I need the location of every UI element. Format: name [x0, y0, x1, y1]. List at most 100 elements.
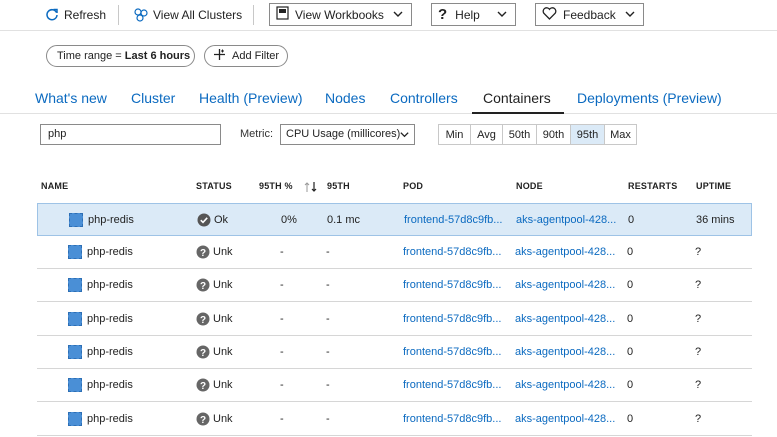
workbook-icon	[276, 6, 289, 23]
pod-link[interactable]: frontend-57d8c9fb...	[404, 214, 502, 226]
feedback-dropdown[interactable]: Feedback	[535, 3, 644, 26]
percentile-50th-button[interactable]: 50th	[503, 125, 537, 144]
node-link[interactable]: aks-agentpool-428...	[515, 246, 615, 258]
restarts-value: 0	[627, 346, 634, 358]
node-link[interactable]: aks-agentpool-428...	[515, 346, 615, 358]
percentile-95th-button[interactable]: 95th	[571, 125, 605, 144]
pod-link[interactable]: frontend-57d8c9fb...	[403, 246, 501, 258]
column-header-status[interactable]: STATUS	[196, 181, 232, 191]
table-row[interactable]: php-redis? Unk - - frontend-57d8c9fb... aks-a…	[37, 403, 752, 436]
tab-controllers[interactable]: Controllers	[390, 90, 458, 106]
percent-value: -	[280, 246, 284, 258]
container-icon	[69, 213, 83, 227]
column-header-name[interactable]: NAME	[41, 181, 68, 191]
node-link[interactable]: aks-agentpool-428...	[515, 413, 615, 425]
tab-health[interactable]: Health (Preview)	[199, 90, 302, 106]
feedback-label: Feedback	[563, 7, 616, 22]
question-circle-icon: ?	[196, 278, 210, 297]
pod-link[interactable]: frontend-57d8c9fb...	[403, 279, 501, 291]
uptime-value: 36 mins	[696, 214, 735, 226]
container-icon	[68, 345, 82, 359]
pod-link[interactable]: frontend-57d8c9fb...	[403, 313, 501, 325]
view-all-clusters-label: View All Clusters	[153, 8, 243, 22]
tab-nodes[interactable]: Nodes	[325, 90, 365, 106]
column-header-uptime[interactable]: UPTIME	[696, 181, 731, 191]
tab-containers[interactable]: Containers	[483, 90, 551, 106]
refresh-icon	[45, 8, 59, 22]
container-icon	[68, 245, 82, 259]
time-range-pill[interactable]: Time range = Last 6 hours	[46, 45, 195, 67]
refresh-button[interactable]: Refresh	[45, 4, 106, 26]
percent-value: 0%	[281, 214, 297, 226]
container-icon	[68, 378, 82, 392]
percentile-max-button[interactable]: Max	[605, 125, 636, 144]
uptime-value: ?	[695, 379, 702, 391]
toolbar: Refresh View All Clusters View Workbooks…	[0, 0, 777, 31]
tab-cluster[interactable]: Cluster	[131, 90, 175, 106]
view-all-clusters-button[interactable]: View All Clusters	[133, 4, 242, 26]
pod-link[interactable]: frontend-57d8c9fb...	[403, 413, 501, 425]
pod-link[interactable]: frontend-57d8c9fb...	[403, 346, 501, 358]
percentile-90th-button[interactable]: 90th	[537, 125, 571, 144]
container-name: php-redis	[87, 379, 133, 391]
container-name: php-redis	[87, 313, 133, 325]
check-circle-icon	[197, 213, 211, 232]
metric-value: -	[326, 379, 330, 391]
svg-text:?: ?	[200, 315, 206, 326]
container-name: php-redis	[87, 279, 133, 291]
heart-icon	[542, 6, 557, 23]
chevron-down-icon	[624, 8, 636, 23]
column-header-restarts[interactable]: RESTARTS	[628, 181, 677, 191]
node-link[interactable]: aks-agentpool-428...	[515, 279, 615, 291]
column-header-node[interactable]: NODE	[516, 181, 543, 191]
sort-arrows-icon[interactable]	[304, 180, 318, 198]
container-name: php-redis	[87, 246, 133, 258]
search-input[interactable]: php	[40, 124, 221, 145]
node-link[interactable]: aks-agentpool-428...	[516, 214, 616, 226]
toolbar-divider	[253, 5, 254, 25]
svg-text:?: ?	[200, 281, 206, 292]
active-tab-indicator	[472, 112, 564, 114]
tab-whats-new[interactable]: What's new	[35, 90, 107, 106]
column-header-percent[interactable]: 95TH %	[259, 181, 293, 191]
table-row[interactable]: php-redis? Unk - - frontend-57d8c9fb... aks-a…	[37, 336, 752, 369]
percent-value: -	[280, 313, 284, 325]
svg-text:?: ?	[200, 348, 206, 359]
status-text: Unk	[213, 346, 233, 358]
status-text: Ok	[214, 214, 229, 226]
view-workbooks-dropdown[interactable]: View Workbooks	[269, 3, 412, 26]
restarts-value: 0	[627, 246, 634, 258]
percent-value: -	[280, 379, 284, 391]
clusters-icon	[133, 8, 149, 22]
chevron-down-icon	[392, 8, 404, 23]
add-filter-button[interactable]: Add Filter	[204, 45, 288, 67]
question-circle-icon: ?	[196, 312, 210, 331]
metric-dropdown[interactable]: CPU Usage (millicores)	[280, 124, 415, 145]
metric-value: 0.1 mc	[327, 214, 361, 226]
help-dropdown[interactable]: ? Help	[431, 3, 516, 26]
percentile-avg-button[interactable]: Avg	[471, 125, 503, 144]
percentile-min-button[interactable]: Min	[439, 125, 471, 144]
uptime-value: ?	[695, 279, 702, 291]
table-row[interactable]: php-redis? Unk - - frontend-57d8c9fb... aks-a…	[37, 303, 752, 336]
container-icon	[68, 278, 82, 292]
question-circle-icon: ?	[196, 245, 210, 264]
metric-selected-value: CPU Usage (millicores)	[286, 128, 401, 140]
pod-link[interactable]: frontend-57d8c9fb...	[403, 379, 501, 391]
table-row[interactable]: php-redis? Unk - - frontend-57d8c9fb... aks-a…	[37, 369, 752, 402]
column-header-value[interactable]: 95TH	[327, 181, 350, 191]
column-header-pod[interactable]: POD	[403, 181, 423, 191]
time-range-value: Last 6 hours	[124, 50, 191, 62]
table-row[interactable]: php-redis? Unk - - frontend-57d8c9fb... aks-a…	[37, 269, 752, 302]
table-row[interactable]: php-redis? Unk - - frontend-57d8c9fb... aks-a…	[37, 236, 752, 269]
toolbar-divider	[118, 5, 119, 25]
node-link[interactable]: aks-agentpool-428...	[515, 313, 615, 325]
table-row[interactable]: php-redis Ok 0% 0.1 mc frontend-57d8c9fb... a…	[37, 203, 752, 236]
metric-value: -	[326, 313, 330, 325]
status-text: Unk	[213, 379, 233, 391]
status-text: Unk	[213, 279, 233, 291]
tab-deployments[interactable]: Deployments (Preview)	[577, 90, 722, 106]
status-text: Unk	[213, 413, 233, 425]
node-link[interactable]: aks-agentpool-428...	[515, 379, 615, 391]
question-circle-icon: ?	[196, 412, 210, 431]
